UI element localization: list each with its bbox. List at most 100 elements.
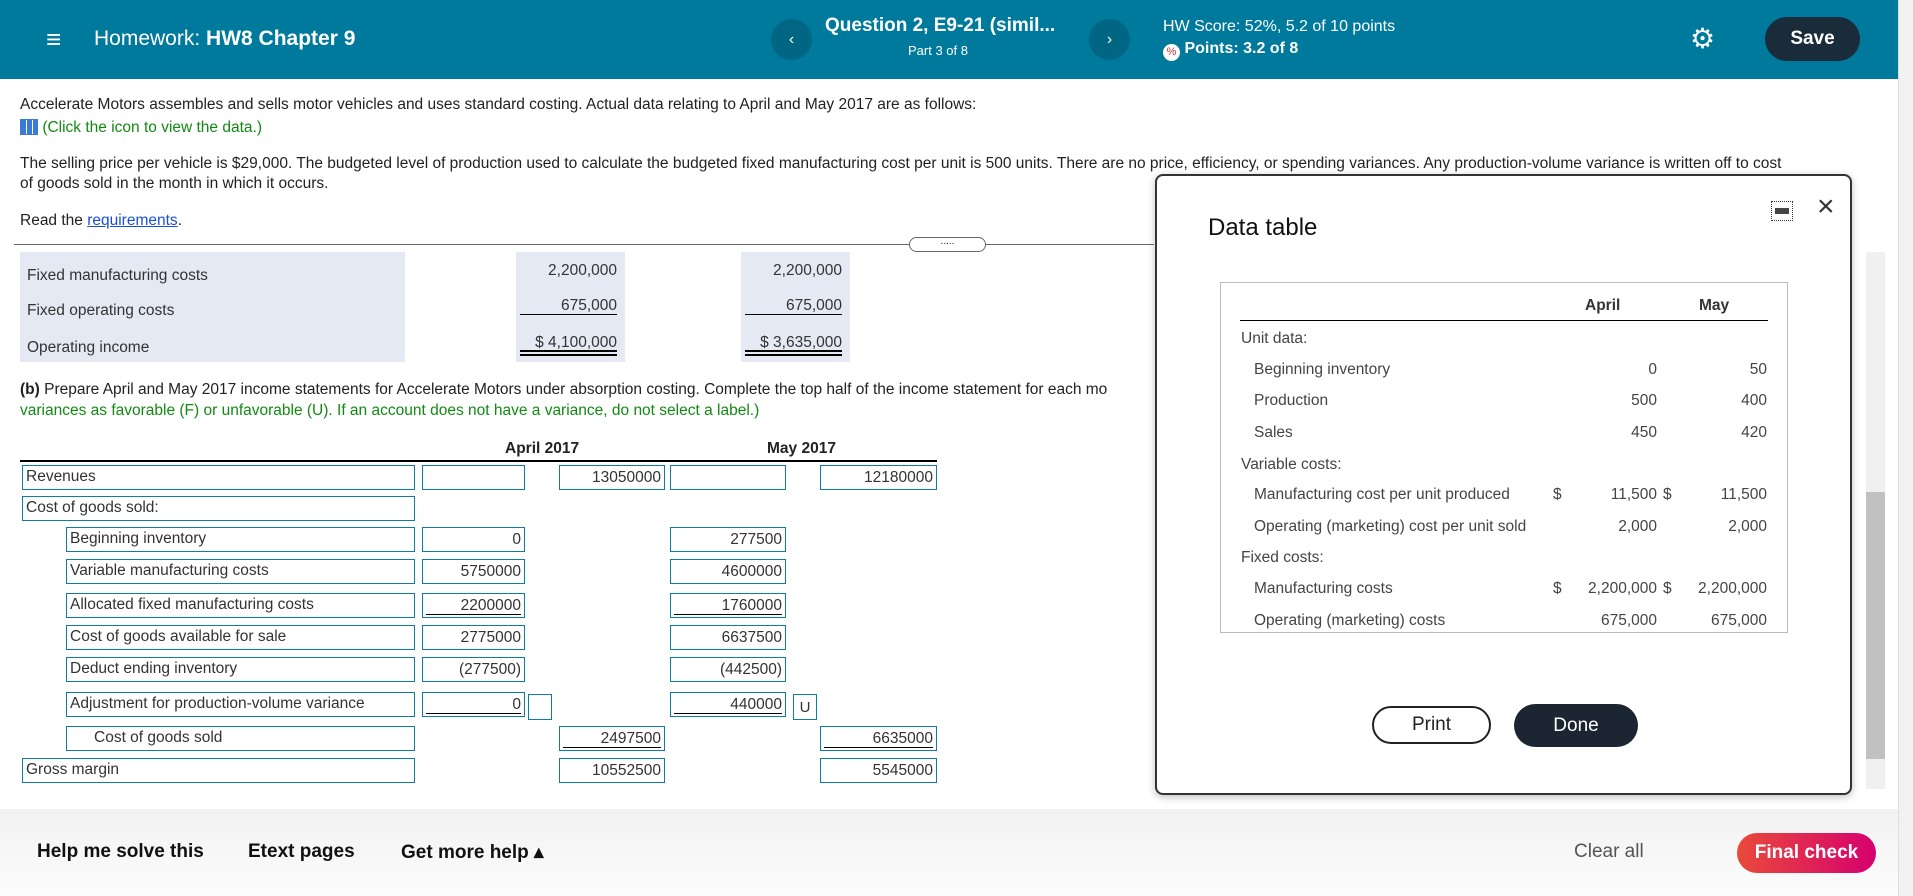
double-underline	[520, 350, 617, 352]
points-value: Points: 3.2 of 8	[1184, 40, 1299, 57]
read-prefix: Read the	[20, 212, 88, 229]
dollar-sign: $	[1663, 486, 1672, 503]
underline	[824, 747, 933, 748]
april-value: 675,000	[1600, 612, 1657, 629]
data-row-label: Manufacturing costs	[1254, 580, 1393, 597]
may-value: 2,200,000	[1698, 580, 1767, 597]
data-row-label: Production	[1254, 392, 1329, 409]
top-bar: ≡ Homework: HW8 Chapter 9 ‹ Question 2, …	[0, 0, 1898, 79]
hamburger-icon[interactable]: ≡	[46, 24, 61, 55]
double-underline	[745, 350, 842, 352]
may-inner-input[interactable]	[670, 465, 786, 490]
minimize-icon[interactable]	[1771, 201, 1793, 221]
row-label-field[interactable]: Deduct ending inventory	[66, 657, 415, 682]
clear-all-button[interactable]: Clear all	[1574, 841, 1644, 863]
april-value: 2,000	[1618, 518, 1657, 535]
prior-april-value: 2,200,000	[548, 262, 617, 279]
may-header: May 2017	[767, 440, 836, 457]
may-value: 11,500	[1720, 486, 1767, 503]
may-value: 400	[1741, 392, 1767, 409]
question-title[interactable]: Question 2, E9-21 (simil...	[825, 15, 1055, 37]
homework-name: HW8 Chapter 9	[206, 27, 356, 50]
row-label-field[interactable]: Adjustment for production-volume varianc…	[66, 692, 415, 717]
data-row-label: Beginning inventory	[1254, 361, 1391, 378]
underline	[745, 314, 842, 315]
april-header: April 2017	[505, 440, 580, 457]
inner-scrollbar[interactable]	[1866, 252, 1885, 789]
table-icon[interactable]	[20, 119, 38, 135]
resize-handle[interactable]: .....	[909, 237, 986, 252]
april-inner-input[interactable]	[422, 527, 525, 552]
data-row-label: Sales	[1254, 424, 1293, 441]
double-underline	[520, 354, 617, 356]
underline	[426, 614, 521, 615]
april-value: 0	[1648, 361, 1657, 378]
done-button[interactable]: Done	[1514, 704, 1638, 747]
prior-row-label: Fixed operating costs	[27, 302, 175, 319]
variance-label-select[interactable]	[528, 694, 552, 720]
requirements-link[interactable]: requirements	[87, 212, 177, 229]
problem-intro: Accelerate Motors assembles and sells mo…	[20, 96, 977, 113]
previous-question-button[interactable]: ‹	[771, 19, 812, 60]
data-row-label: Operating (marketing) cost per unit sold	[1254, 518, 1527, 535]
variance-label-select[interactable]: U	[793, 694, 817, 720]
data-link-text[interactable]: (Click the icon to view the data.)	[42, 119, 262, 136]
get-more-help-button[interactable]: Get more help ▴	[401, 841, 544, 864]
april-outer-input[interactable]	[559, 758, 665, 783]
row-label-field[interactable]: Cost of goods sold:	[22, 496, 415, 521]
data-row-label: Unit data:	[1241, 330, 1308, 347]
may-inner-input[interactable]	[670, 657, 786, 682]
may-inner-input[interactable]	[670, 625, 786, 650]
april-inner-input[interactable]	[422, 625, 525, 650]
april-inner-input[interactable]	[422, 657, 525, 682]
row-label-field[interactable]: Beginning inventory	[66, 527, 415, 552]
may-outer-input[interactable]	[820, 465, 937, 490]
prior-may-value: 675,000	[785, 297, 842, 314]
row-label-field[interactable]: Gross margin	[22, 758, 415, 783]
underline	[563, 747, 661, 748]
row-label-field[interactable]: Cost of goods sold	[66, 726, 415, 751]
part-b-note: variances as favorable (F) or unfavorabl…	[20, 402, 760, 419]
may-value: 50	[1749, 361, 1767, 378]
underline	[674, 713, 782, 714]
april-outer-input[interactable]	[559, 465, 665, 490]
header-rule	[20, 460, 937, 462]
next-question-button[interactable]: ›	[1089, 19, 1130, 60]
homework-title: Homework: HW8 Chapter 9	[94, 27, 355, 51]
gear-icon[interactable]: ⚙	[1690, 22, 1715, 55]
row-label-field[interactable]: Variable manufacturing costs	[66, 559, 415, 584]
read-requirements: Read the requirements.	[20, 212, 182, 230]
save-button[interactable]: Save	[1765, 17, 1860, 61]
may-inner-input[interactable]	[670, 527, 786, 552]
points: % Points: 3.2 of 8	[1163, 40, 1298, 61]
col-april-header: April	[1585, 297, 1621, 314]
page-scrollbar[interactable]	[1898, 0, 1913, 896]
dollar-sign: $	[1553, 486, 1562, 503]
april-value: 450	[1631, 424, 1657, 441]
close-icon[interactable]: ×	[1817, 190, 1835, 224]
etext-pages-button[interactable]: Etext pages	[248, 841, 355, 863]
help-me-solve-button[interactable]: Help me solve this	[37, 841, 204, 863]
col-may-header: May	[1699, 297, 1730, 314]
data-row-label: Fixed costs:	[1241, 549, 1324, 566]
selling-price-text-2: of goods sold in the month in which it o…	[20, 175, 329, 192]
april-inner-input[interactable]	[422, 559, 525, 584]
prior-row-label: Operating income	[27, 339, 150, 356]
row-label-field[interactable]: Cost of goods available for sale	[66, 625, 415, 650]
part-b-text: Prepare April and May 2017 income statem…	[39, 381, 1108, 398]
dollar-sign: $	[1553, 580, 1562, 597]
may-outer-input[interactable]	[820, 758, 937, 783]
row-label-field[interactable]: Allocated fixed manufacturing costs	[66, 593, 415, 618]
april-inner-input[interactable]	[422, 465, 525, 490]
may-inner-input[interactable]	[670, 559, 786, 584]
prior-may-value: 2,200,000	[773, 262, 842, 279]
question-part: Part 3 of 8	[908, 43, 968, 58]
final-check-button[interactable]: Final check	[1737, 833, 1876, 873]
data-link[interactable]: (Click the icon to view the data.)	[20, 119, 262, 137]
dialog-title: Data table	[1208, 214, 1318, 241]
print-button[interactable]: Print	[1372, 706, 1491, 744]
row-label-field[interactable]: Revenues	[22, 465, 415, 490]
underline	[520, 314, 617, 315]
part-b-instructions: (b) Prepare April and May 2017 income st…	[20, 381, 1107, 399]
homework-prefix: Homework:	[94, 27, 201, 50]
